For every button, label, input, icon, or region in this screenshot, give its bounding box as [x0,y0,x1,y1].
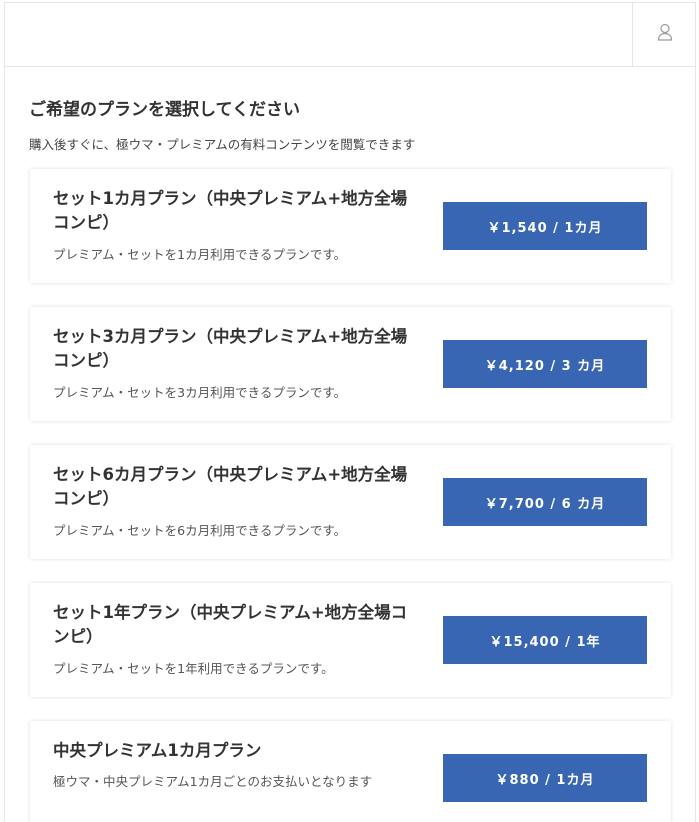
plan-card: 中央プレミアム1カ月プラン 極ウマ・中央プレミアム1カ月ごとのお支払いとなります… [30,721,671,822]
plan-description: 極ウマ・中央プレミアム1カ月ごとのお支払いとなります [53,774,373,789]
select-plan-button[interactable]: ￥1,540 / 1カ月 [443,202,647,250]
plan-description: プレミアム・セットを1年利用できるプランです。 [53,661,334,676]
user-icon [657,23,673,45]
select-plan-button[interactable]: ￥15,400 / 1年 [443,616,647,664]
plan-name: セット6カ月プラン（中央プレミアム+地方全場コンピ） [53,465,408,508]
header-bar [4,2,696,67]
plan-list: セット1カ月プラン（中央プレミアム+地方全場コンピ） プレミアム・セットを1カ月… [30,169,671,822]
plan-description: プレミアム・セットを1カ月利用できるプランです。 [53,247,347,262]
plan-name: 中央プレミアム1カ月プラン [53,741,262,760]
plan-card: セット1年プラン（中央プレミアム+地方全場コンピ） プレミアム・セットを1年利用… [30,583,671,697]
page-subtitle: 購入後すぐに、極ウマ・プレミアムの有料コンテンツを閲覧できます [29,137,416,152]
plan-description: プレミアム・セットを6カ月利用できるプランです。 [53,523,347,538]
plan-description: プレミアム・セットを3カ月利用できるプランです。 [53,385,347,400]
select-plan-button[interactable]: ￥7,700 / 6 カ月 [443,478,647,526]
account-button[interactable] [632,2,696,66]
plan-name: セット1年プラン（中央プレミアム+地方全場コンピ） [53,603,408,646]
select-plan-button[interactable]: ￥880 / 1カ月 [443,754,647,802]
plan-card: セット3カ月プラン（中央プレミアム+地方全場コンピ） プレミアム・セットを3カ月… [30,307,671,421]
plan-name: セット1カ月プラン（中央プレミアム+地方全場コンピ） [53,189,408,232]
plan-name: セット3カ月プラン（中央プレミアム+地方全場コンピ） [53,327,408,370]
page-title: ご希望のプランを選択してください [29,100,300,120]
plan-card: セット6カ月プラン（中央プレミアム+地方全場コンピ） プレミアム・セットを6カ月… [30,445,671,559]
plan-card: セット1カ月プラン（中央プレミアム+地方全場コンピ） プレミアム・セットを1カ月… [30,169,671,283]
select-plan-button[interactable]: ￥4,120 / 3 カ月 [443,340,647,388]
